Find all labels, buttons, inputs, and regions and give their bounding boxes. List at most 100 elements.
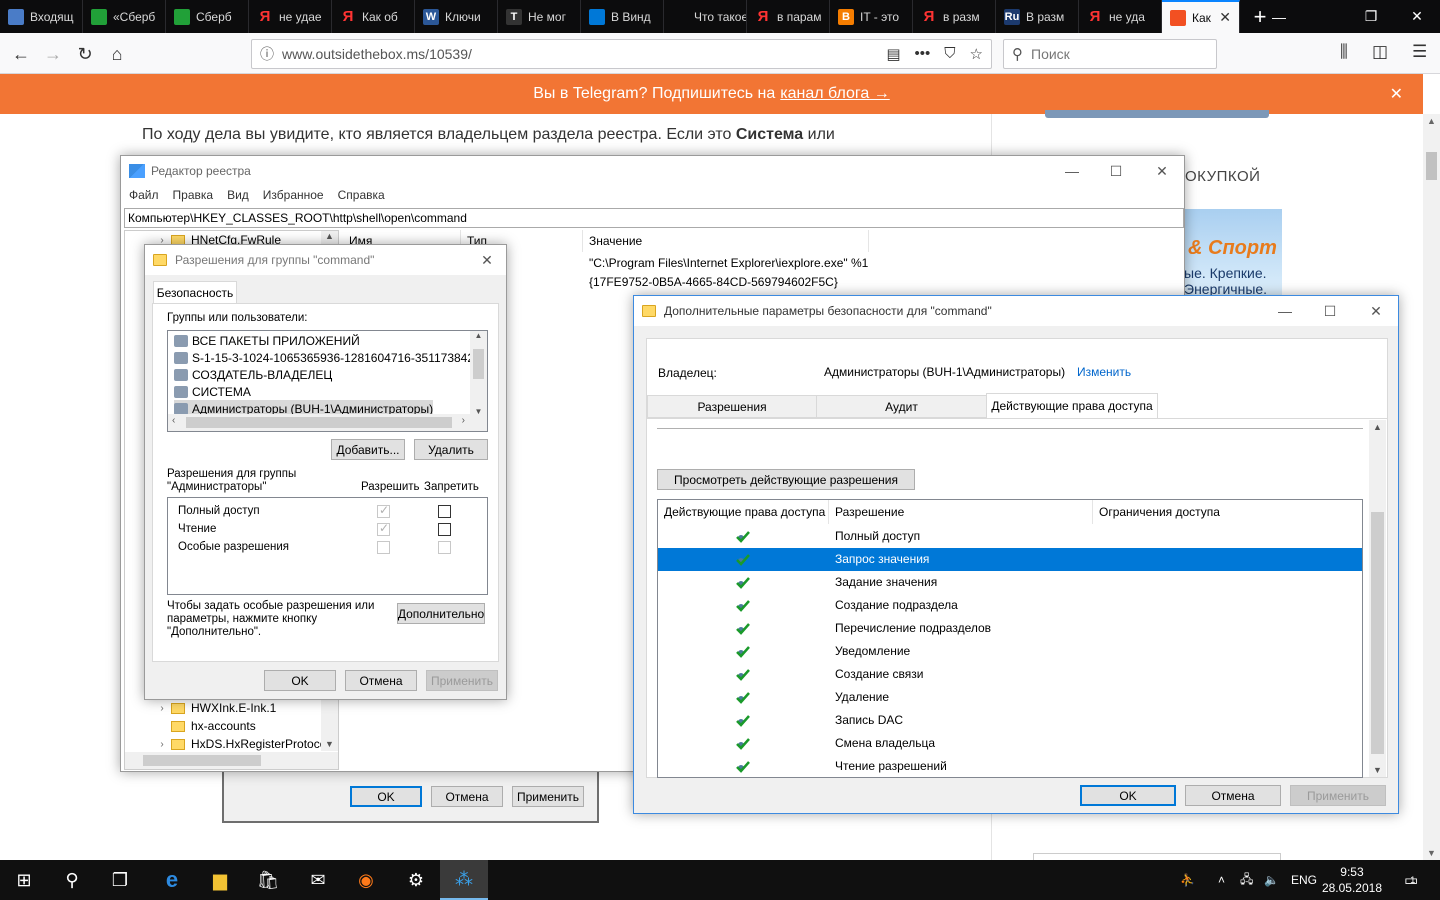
search-icon[interactable]: ⚲ (48, 860, 96, 900)
menu-item[interactable]: Избранное (263, 188, 324, 202)
browser-tab[interactable]: Яне уда (1079, 0, 1162, 33)
permission-row[interactable]: Чтение разрешений (658, 755, 1362, 777)
scrollbar-thumb[interactable] (186, 417, 452, 428)
menu-item[interactable]: Правка (173, 188, 214, 202)
browser-tab[interactable]: Яне удае (249, 0, 332, 33)
browser-tab[interactable]: Входящ (0, 0, 83, 33)
adv-vscrollbar[interactable]: ▲ ▼ (1369, 420, 1386, 777)
scrollbar-thumb[interactable] (473, 349, 484, 379)
file-explorer-icon[interactable]: ▆ (196, 860, 244, 900)
settings-icon[interactable]: ⚙ (392, 860, 440, 900)
bg-cancel-button[interactable]: Отмена (431, 786, 503, 807)
network-icon[interactable]: 🖧 (1240, 860, 1253, 900)
permission-row[interactable]: Запись DAC (658, 709, 1362, 732)
banner-close-icon[interactable]: ✕ (1390, 84, 1403, 104)
view-effective-permissions-button[interactable]: Просмотреть действующие разрешения (657, 469, 915, 490)
tab-permissions[interactable]: Разрешения (647, 395, 817, 418)
browser-tab[interactable]: Сберб (166, 0, 249, 33)
page-actions-icon[interactable]: ••• (915, 45, 931, 63)
url-bar[interactable]: ⓘ www.outsidethebox.ms/10539/ ▤ ••• ⛉ ☆ (251, 39, 992, 69)
regedit-close-icon[interactable]: ✕ (1139, 156, 1185, 186)
remove-button[interactable]: Удалить (414, 439, 488, 460)
scroll-up-icon[interactable]: ▲ (1423, 116, 1440, 126)
regedit-taskbar-icon[interactable]: ⁂ (440, 860, 488, 900)
browser-tab[interactable]: Я Как об (332, 0, 415, 33)
bg-apply-button[interactable]: Применить (512, 786, 584, 807)
scrollbar-thumb[interactable] (1426, 152, 1437, 180)
library-icon[interactable]: ⫼ (1340, 42, 1348, 62)
scroll-up-icon[interactable]: ▲ (470, 331, 487, 340)
scrollbar-thumb[interactable] (1371, 512, 1384, 754)
scroll-down-icon[interactable]: ▼ (321, 739, 338, 749)
tree-hscrollbar[interactable] (125, 752, 338, 769)
adv-cancel-button[interactable]: Отмена (1185, 785, 1281, 806)
bookmark-star-icon[interactable]: ☆ (970, 45, 983, 63)
scroll-down-icon[interactable]: ▼ (1369, 765, 1386, 775)
user-list-item[interactable]: S-1-15-3-1024-1065365936-1281604716-3511… (174, 349, 487, 366)
browser-tab[interactable]: Яв разм (913, 0, 996, 33)
page-scrollbar[interactable]: ▲ ▼ (1423, 114, 1440, 860)
browser-tab[interactable]: В Винд (581, 0, 664, 33)
back-icon[interactable]: ← (8, 41, 34, 67)
permission-row[interactable]: Полный доступ (658, 525, 1362, 548)
task-view-icon[interactable]: ❐ (96, 860, 144, 900)
scroll-down-icon[interactable]: ▼ (1423, 848, 1440, 858)
tray-expand-icon[interactable]: ˄ (1218, 860, 1225, 900)
permission-row[interactable]: Смена владельца (658, 732, 1362, 755)
col-value[interactable]: Значение (583, 230, 869, 252)
browser-tab[interactable]: W Ключи (415, 0, 498, 33)
user-list-item[interactable]: ВСЕ ПАКЕТЫ ПРИЛОЖЕНИЙ (174, 332, 360, 349)
regedit-minimize-icon[interactable]: — (1049, 156, 1095, 186)
deny-full-checkbox[interactable] (438, 505, 451, 518)
user-list-item[interactable]: СОЗДАТЕЛЬ-ВЛАДЕЛЕЦ (174, 366, 332, 383)
home-icon[interactable]: ⌂ (104, 41, 130, 67)
scroll-up-icon[interactable]: ▲ (321, 231, 338, 241)
regedit-maximize-icon[interactable]: ☐ (1093, 156, 1139, 186)
expand-icon[interactable]: › (153, 739, 171, 750)
menu-item[interactable]: Вид (227, 188, 249, 202)
permission-row[interactable]: Уведомление (658, 640, 1362, 663)
permission-row[interactable]: Создание связи (658, 663, 1362, 686)
browser-tab[interactable]: «Сберб (83, 0, 166, 33)
users-vscrollbar[interactable]: ▲ ▼ (470, 331, 487, 416)
browser-tab[interactable]: Что такое р (664, 0, 747, 33)
expand-icon[interactable]: › (153, 703, 171, 714)
pocket-icon[interactable]: ⛉ (944, 45, 955, 63)
clock[interactable]: 9:53 28.05.2018 (1322, 864, 1382, 896)
scrollbar-thumb[interactable] (143, 755, 261, 766)
scroll-right-icon[interactable]: › (462, 415, 465, 426)
users-hscrollbar[interactable]: ‹ › (168, 414, 487, 431)
menu-item[interactable]: Файл (129, 188, 159, 202)
search-input[interactable]: ⚲ Поиск (1003, 39, 1217, 69)
permission-row[interactable]: Удаление (658, 686, 1362, 709)
forward-icon[interactable]: → (40, 41, 66, 67)
minimize-icon[interactable]: — (1256, 0, 1302, 33)
tree-item[interactable]: › HxDS.HxRegisterProtoco (125, 735, 326, 753)
reload-icon[interactable]: ↻ (72, 41, 98, 67)
users-list[interactable]: Администраторы (BUH-1\Администраторы) СИС… (167, 330, 488, 432)
sidebar-icon[interactable]: ◫ (1372, 42, 1388, 62)
browser-tab[interactable]: Яв парам (747, 0, 830, 33)
registry-value[interactable]: "C:\Program Files\Internet Explorer\iexp… (589, 256, 868, 270)
adv-minimize-icon[interactable]: — (1262, 296, 1308, 326)
reader-view-icon[interactable]: ▤ (886, 45, 900, 63)
mail-icon[interactable]: ✉ (294, 860, 342, 900)
col-permission[interactable]: Разрешение (829, 500, 1093, 524)
sidebar-ad[interactable]: & Спорт ые. Крепкие. Энергичные. (1184, 209, 1282, 295)
browser-tab[interactable]: Ru В разм (996, 0, 1079, 33)
browser-tab[interactable]: B IT - это (830, 0, 913, 33)
deny-read-checkbox[interactable] (438, 523, 451, 536)
advanced-button[interactable]: Дополнительно (397, 603, 485, 624)
language-indicator[interactable]: ENG (1291, 860, 1317, 900)
start-icon[interactable]: ⊞ (0, 860, 48, 900)
perm-close-icon[interactable]: ✕ (467, 245, 507, 275)
adv-close-icon[interactable]: ✕ (1353, 296, 1399, 326)
firefox-icon[interactable]: ◉ (342, 860, 390, 900)
adv-ok-button[interactable]: OK (1080, 785, 1176, 806)
site-info-icon[interactable]: ⓘ (252, 44, 282, 64)
col-effective-access[interactable]: Действующие права доступа (658, 500, 829, 524)
change-owner-link[interactable]: Изменить (1077, 365, 1131, 379)
permission-row[interactable]: Перечисление подразделов (658, 617, 1362, 640)
close-icon[interactable]: ✕ (1394, 0, 1440, 33)
tree-item[interactable]: › HWXInk.E-Ink.1 (125, 699, 276, 717)
